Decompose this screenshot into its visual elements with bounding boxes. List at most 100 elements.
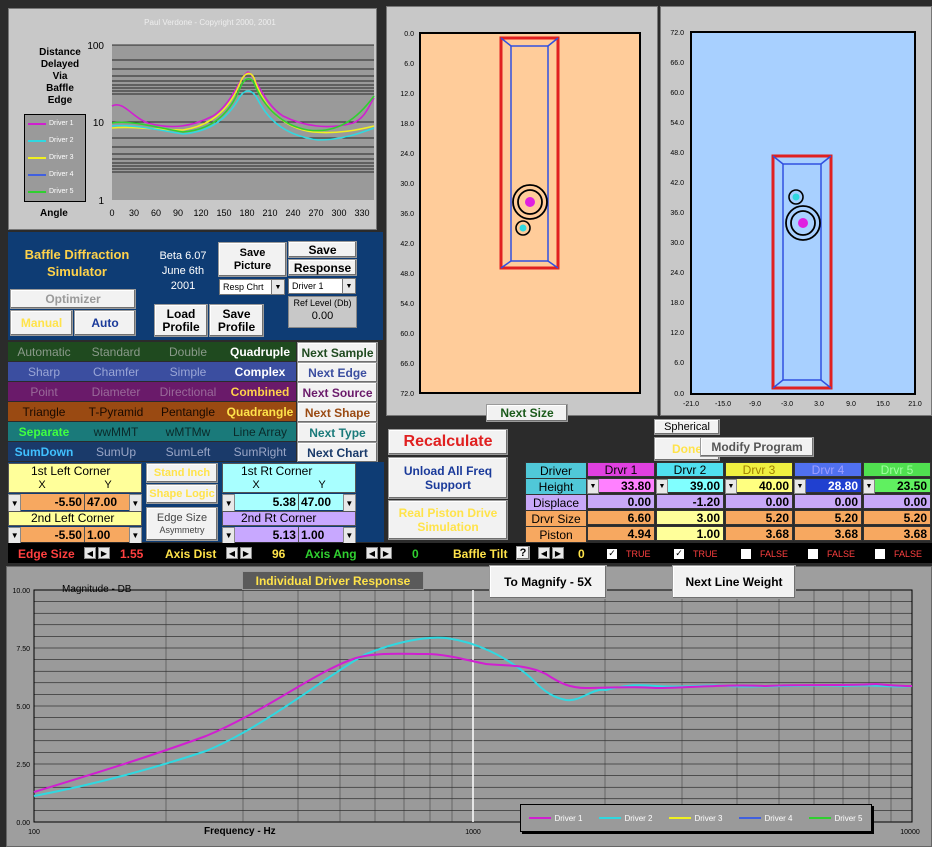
shape-pentangle[interactable]: Pentangle [152, 402, 224, 421]
type-line-array[interactable]: Line Array [224, 422, 296, 441]
driver-3-piston-field[interactable]: 3.68 [725, 526, 793, 541]
first-left-spinner[interactable]: ▼ [8, 494, 22, 512]
source-point[interactable]: Point [8, 382, 80, 401]
optimizer-button[interactable]: Optimizer [10, 289, 136, 309]
shape-logic-button[interactable]: Shape Logic [146, 484, 218, 504]
sample-automatic[interactable]: Automatic [8, 342, 80, 361]
driver-5-enable[interactable]: FALSE [874, 548, 922, 560]
type-wwmmt[interactable]: wwMMT [80, 422, 152, 441]
next-chart-button[interactable]: Next Chart [297, 442, 378, 463]
checkbox-icon[interactable] [874, 548, 886, 560]
driver-1-spinner[interactable]: ▼ [587, 479, 599, 494]
next-shape-button[interactable]: Next Shape [297, 402, 378, 423]
checkbox-icon[interactable]: ✓ [606, 548, 618, 560]
spherical-button[interactable]: Spherical [654, 419, 720, 435]
driver-1-displace-field[interactable]: 0.00 [587, 494, 655, 509]
first-left-y-spinner[interactable]: ▼ [128, 494, 142, 512]
first-rt-y-spinner[interactable]: ▼ [342, 494, 356, 512]
chart-sumleft[interactable]: SumLeft [152, 442, 224, 461]
edge-sharp[interactable]: Sharp [8, 362, 80, 381]
save-picture-button[interactable]: Save Picture [218, 242, 287, 277]
checkbox-icon[interactable] [807, 548, 819, 560]
auto-button[interactable]: Auto [74, 310, 136, 336]
help-button[interactable]: ? [516, 546, 530, 560]
chart-sumright[interactable]: SumRight [224, 442, 296, 461]
shape-triangle[interactable]: Triangle [8, 402, 80, 421]
driver-5-displace-field[interactable]: 0.00 [863, 494, 931, 509]
resp-chart-dropdown[interactable]: Resp Chrt ▼ [219, 279, 285, 295]
modify-program-button[interactable]: Modify Program [700, 437, 814, 457]
chart-sumup[interactable]: SumUp [80, 442, 152, 461]
second-left-y-field[interactable]: 1.00 [83, 527, 129, 542]
next-size-button[interactable]: Next Size [486, 404, 568, 422]
first-left-x-field[interactable]: -5.50 [21, 494, 84, 510]
shape-t-pyramid[interactable]: T-Pyramid [80, 402, 152, 421]
load-profile-button[interactable]: Load Profile [154, 304, 208, 337]
next-type-button[interactable]: Next Type [297, 422, 378, 443]
driver-4-enable[interactable]: FALSE [807, 548, 855, 560]
checkbox-icon[interactable]: ✓ [673, 548, 685, 560]
second-left-spinner[interactable]: ▼ [8, 527, 22, 544]
driver-4-size-field[interactable]: 5.20 [794, 510, 862, 525]
driver-3-spinner[interactable]: ▼ [725, 479, 737, 494]
second-left-x-field[interactable]: -5.50 [21, 527, 84, 542]
sample-quadruple[interactable]: Quadruple [224, 342, 296, 361]
first-rt-y-field[interactable]: 47.00 [297, 494, 343, 510]
second-rt-y-field[interactable]: 1.00 [297, 527, 343, 542]
driver-1-size-field[interactable]: 6.60 [587, 510, 655, 525]
driver-3-displace-field[interactable]: 0.00 [725, 494, 793, 509]
checkbox-icon[interactable] [740, 548, 752, 560]
edge-chamfer[interactable]: Chamfer [80, 362, 152, 381]
driver-4-displace-field[interactable]: 0.00 [794, 494, 862, 509]
next-source-button[interactable]: Next Source [297, 382, 378, 403]
edge-size-increment[interactable]: ▶ [98, 547, 110, 559]
edge-size-decrement[interactable]: ◀ [84, 547, 96, 559]
second-left-y-spinner[interactable]: ▼ [128, 527, 142, 544]
type-separate[interactable]: Separate [8, 422, 80, 441]
sample-double[interactable]: Double [152, 342, 224, 361]
real-piston-button[interactable]: Real Piston Drive Simulation [388, 500, 508, 540]
driver-3-enable[interactable]: FALSE [740, 548, 788, 560]
magnify-button[interactable]: To Magnify - 5X [489, 565, 607, 599]
unload-freq-support-button[interactable]: Unload All Freq Support [388, 457, 508, 499]
axis-dist-increment[interactable]: ▶ [240, 547, 252, 559]
source-directional[interactable]: Directional [152, 382, 224, 401]
driver-dropdown[interactable]: Driver 1 ▼ [288, 278, 356, 294]
source-combined[interactable]: Combined [224, 382, 296, 401]
driver-2-piston-field[interactable]: 1.00 [656, 526, 724, 541]
edge-complex[interactable]: Complex [224, 362, 296, 381]
baffle-tilt-increment[interactable]: ▶ [552, 547, 564, 559]
save-profile-button[interactable]: Save Profile [209, 304, 264, 337]
chart-sumdown[interactable]: SumDown [8, 442, 80, 461]
baffle-tilt-decrement[interactable]: ◀ [538, 547, 550, 559]
driver-5-spinner[interactable]: ▼ [863, 479, 875, 494]
edge-size-asymmetry-button[interactable]: Edge Size Asymmetry [146, 507, 218, 541]
driver-4-spinner[interactable]: ▼ [794, 479, 806, 494]
manual-button[interactable]: Manual [10, 310, 73, 336]
first-left-y-field[interactable]: 47.00 [83, 494, 129, 510]
source-diameter[interactable]: Diameter [80, 382, 152, 401]
axis-ang-decrement[interactable]: ◀ [366, 547, 378, 559]
next-line-weight-button[interactable]: Next Line Weight [672, 565, 796, 599]
shape-quadrangle[interactable]: Quadrangle [224, 402, 296, 421]
driver-5-piston-field[interactable]: 3.68 [863, 526, 931, 541]
axis-dist-decrement[interactable]: ◀ [226, 547, 238, 559]
driver-2-enable[interactable]: ✓ TRUE [673, 548, 718, 560]
driver-1-enable[interactable]: ✓ TRUE [606, 548, 651, 560]
driver-2-size-field[interactable]: 3.00 [656, 510, 724, 525]
stand-inch-button[interactable]: Stand Inch [146, 463, 218, 483]
driver-5-size-field[interactable]: 5.20 [863, 510, 931, 525]
edge-simple[interactable]: Simple [152, 362, 224, 381]
second-rt-y-spinner[interactable]: ▼ [342, 527, 356, 544]
sample-standard[interactable]: Standard [80, 342, 152, 361]
second-rt-spinner[interactable]: ▼ [222, 527, 236, 544]
first-rt-spinner[interactable]: ▼ [222, 494, 236, 512]
first-rt-x-field[interactable]: 5.38 [235, 494, 298, 510]
response-button[interactable]: Response [288, 259, 357, 276]
save-button[interactable]: Save [288, 241, 357, 258]
individual-driver-response-button[interactable]: Individual Driver Response [242, 571, 424, 590]
driver-1-piston-field[interactable]: 4.94 [587, 526, 655, 541]
recalculate-button[interactable]: Recalculate [388, 429, 508, 455]
driver-2-displace-field[interactable]: -1.20 [656, 494, 724, 509]
type-wmtmw[interactable]: wMTMw [152, 422, 224, 441]
